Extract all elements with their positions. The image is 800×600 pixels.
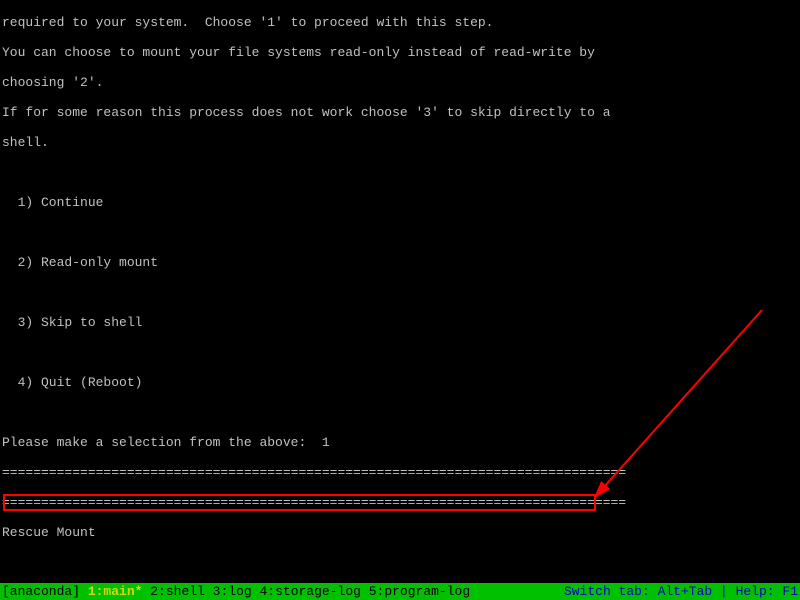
text-line [2, 165, 798, 180]
terminal-output[interactable]: required to your system. Choose '1' to p… [0, 0, 800, 583]
tmux-tabs: [anaconda] 1:main* 2:shell 3:log 4:stora… [2, 583, 470, 600]
text-line [2, 345, 798, 360]
text-line: shell. [2, 135, 798, 150]
tmux-tab-shell[interactable]: 2:shell [150, 584, 205, 599]
tmux-tab-main[interactable]: 1:main* [88, 584, 143, 599]
rescue-mount-heading: Rescue Mount [2, 525, 798, 540]
separator-line: ========================================… [2, 495, 798, 510]
text-line [2, 285, 798, 300]
text-line: required to your system. Choose '1' to p… [2, 15, 798, 30]
tmux-session-name: [anaconda] [2, 584, 80, 599]
tmux-tab-log[interactable]: 3:log [213, 584, 252, 599]
menu-option-skip: 3) Skip to shell [2, 315, 798, 330]
menu-option-continue: 1) Continue [2, 195, 798, 210]
text-line: choosing '2'. [2, 75, 798, 90]
text-line [2, 555, 798, 570]
text-line: You can choose to mount your file system… [2, 45, 798, 60]
text-line: If for some reason this process does not… [2, 105, 798, 120]
selection-prompt: Please make a selection from the above: … [2, 435, 798, 450]
text-line [2, 225, 798, 240]
tmux-help-hint: Switch tab: Alt+Tab | Help: F1 [564, 583, 798, 600]
separator-line: ========================================… [2, 465, 798, 480]
menu-option-quit: 4) Quit (Reboot) [2, 375, 798, 390]
text-line [2, 405, 798, 420]
menu-option-readonly: 2) Read-only mount [2, 255, 798, 270]
tmux-tab-storage-log[interactable]: 4:storage-log [260, 584, 361, 599]
tmux-status-bar: [anaconda] 1:main* 2:shell 3:log 4:stora… [0, 583, 800, 600]
tmux-tab-program-log[interactable]: 5:program-log [369, 584, 470, 599]
